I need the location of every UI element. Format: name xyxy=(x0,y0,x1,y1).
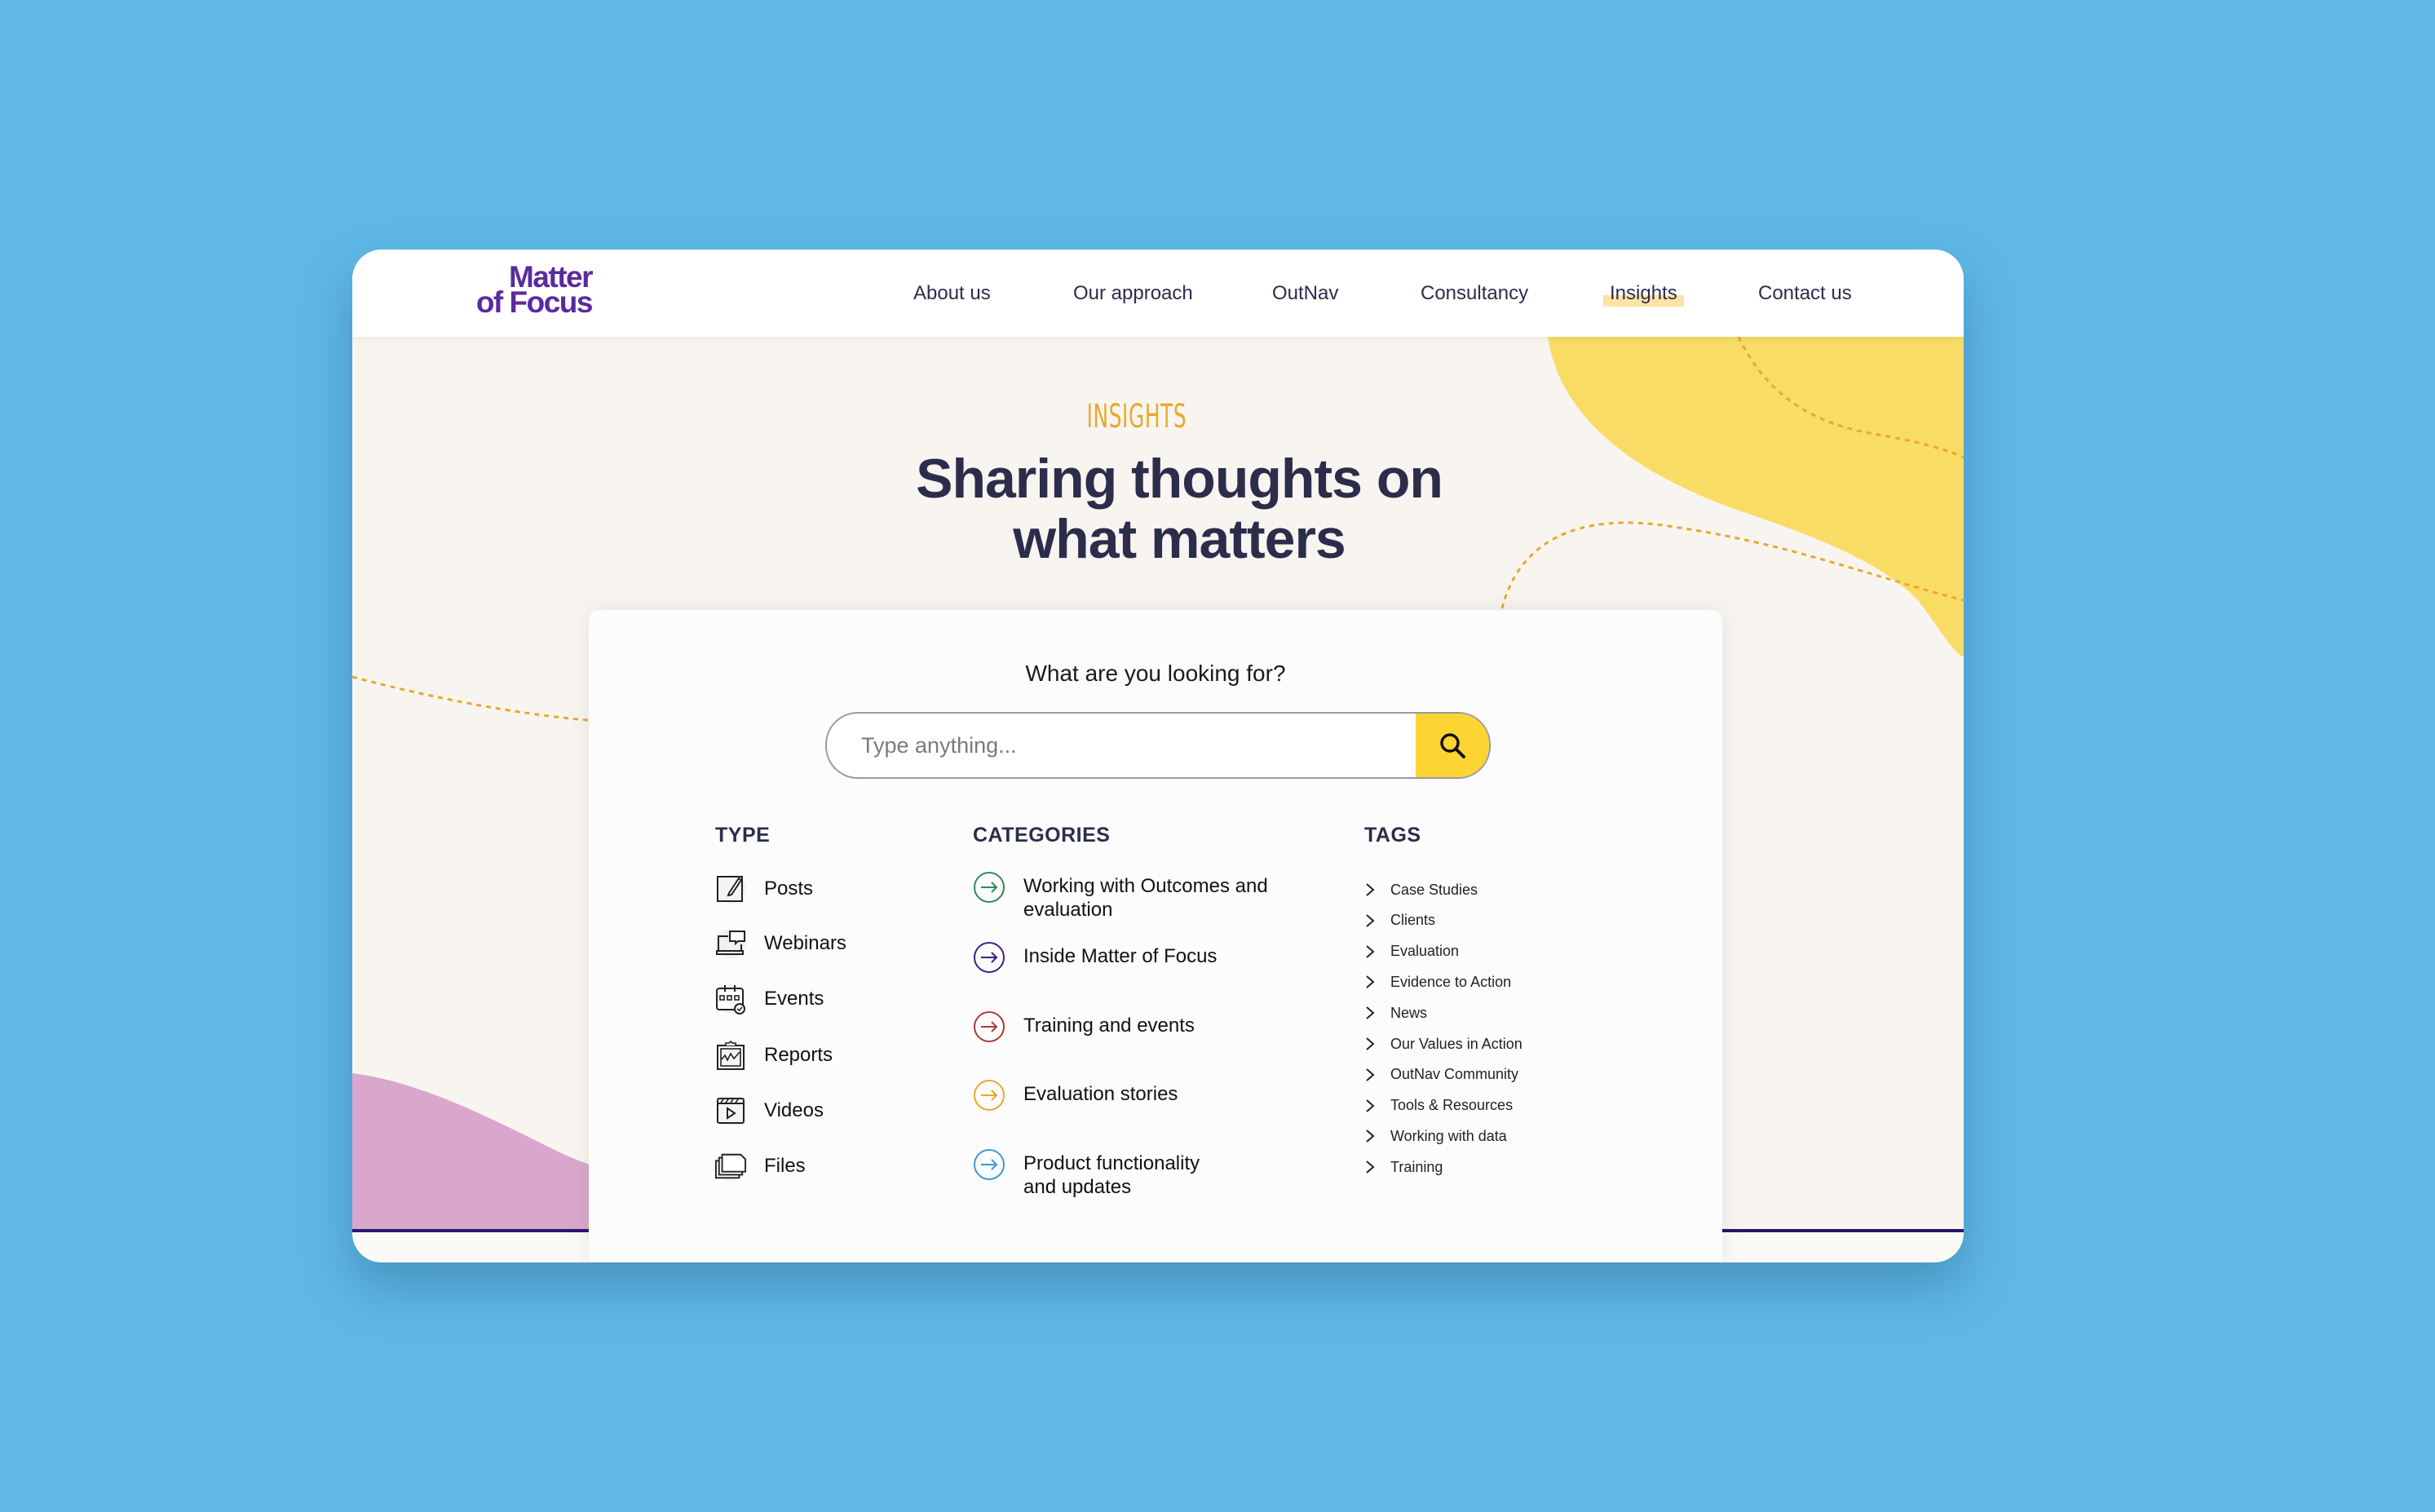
nav-contact-us[interactable]: Contact us xyxy=(1758,282,1852,305)
chevron-right-icon xyxy=(1366,1037,1375,1050)
webinar-icon xyxy=(716,929,745,958)
chevron-right-icon xyxy=(1366,1006,1375,1019)
nav-outnav[interactable]: OutNav xyxy=(1272,282,1338,305)
tag-item[interactable]: OutNav Community xyxy=(1364,1064,1518,1085)
type-label: Reports xyxy=(764,1044,833,1066)
category-label: Working with Outcomes and evaluation xyxy=(1023,875,1268,921)
browser-window: Matter of Focus About us Our approach Ou… xyxy=(352,250,1964,1262)
tag-label: Clients xyxy=(1390,912,1436,929)
search-card: What are you looking for? TYPE Posts xyxy=(589,610,1722,1262)
page-title-line-2: what matters xyxy=(1013,508,1346,570)
arrow-circle-icon xyxy=(974,942,1005,973)
tag-item[interactable]: Our Values in Action xyxy=(1364,1033,1522,1054)
chevron-right-icon xyxy=(1366,1068,1375,1081)
nav-label: Consultancy xyxy=(1421,282,1529,304)
tag-label: Training xyxy=(1390,1158,1443,1175)
nav-label: Our approach xyxy=(1073,282,1193,304)
type-label: Events xyxy=(764,988,824,1010)
category-label: Inside Matter of Focus xyxy=(1023,945,1218,967)
tag-label: Our Values in Action xyxy=(1390,1035,1522,1052)
tag-label: Tools & Resources xyxy=(1390,1097,1514,1114)
type-heading: TYPE xyxy=(715,824,771,847)
tag-item[interactable]: Evaluation xyxy=(1364,941,1459,962)
type-files[interactable]: Files xyxy=(715,1150,806,1183)
arrow-circle-icon xyxy=(974,1149,1005,1180)
search-icon xyxy=(1440,733,1465,758)
tag-label: OutNav Community xyxy=(1390,1066,1519,1083)
pink-blob xyxy=(352,1073,597,1232)
type-videos[interactable]: Videos xyxy=(715,1094,824,1127)
tag-item[interactable]: Evidence to Action xyxy=(1364,971,1511,993)
page-title-line-1: Sharing thoughts on xyxy=(916,448,1443,510)
page-title: Sharing thoughts on what matters xyxy=(373,449,1964,569)
arrow-circle-icon xyxy=(974,1080,1005,1111)
tag-item[interactable]: Training xyxy=(1364,1156,1443,1178)
eyebrow: INSIGHTS xyxy=(352,398,1942,435)
main-nav: About us Our approach OutNav Consultancy… xyxy=(352,250,1964,337)
chevron-right-icon xyxy=(1366,883,1375,896)
type-webinars[interactable]: Webinars xyxy=(715,927,846,960)
eyebrow-text: INSIGHTS xyxy=(1086,398,1187,435)
search-input[interactable] xyxy=(827,714,1432,777)
chevron-right-icon xyxy=(1366,975,1375,989)
chevron-right-icon xyxy=(1366,1099,1375,1112)
nav-label: Insights xyxy=(1610,282,1677,304)
category-label: Product functionality and updates xyxy=(1023,1152,1200,1198)
tags-heading: TAGS xyxy=(1364,824,1421,847)
tag-label: Evidence to Action xyxy=(1390,973,1512,990)
nav-insights[interactable]: Insights xyxy=(1603,282,1684,307)
tag-label: Case Studies xyxy=(1390,881,1478,898)
nav-consultancy[interactable]: Consultancy xyxy=(1421,282,1528,305)
type-label: Videos xyxy=(764,1099,824,1121)
tag-label: Working with data xyxy=(1390,1127,1507,1144)
search-prompt: What are you looking for? xyxy=(1025,661,1286,686)
search-button[interactable] xyxy=(1416,714,1489,777)
nav-our-approach[interactable]: Our approach xyxy=(1073,282,1193,305)
nav-label: About us xyxy=(913,282,991,304)
nav-label: OutNav xyxy=(1272,282,1339,304)
category-label: Training and events xyxy=(1023,1015,1195,1037)
dotted-curve-left xyxy=(352,675,598,723)
type-reports[interactable]: Reports xyxy=(715,1039,833,1072)
tag-item[interactable]: Working with data xyxy=(1364,1125,1507,1147)
tag-item[interactable]: News xyxy=(1364,1002,1427,1023)
tag-label: Evaluation xyxy=(1390,943,1460,960)
type-posts[interactable]: Posts xyxy=(715,873,813,905)
video-icon xyxy=(716,1096,745,1125)
arrow-circle-icon xyxy=(974,1011,1005,1042)
type-label: Webinars xyxy=(764,932,846,954)
report-icon xyxy=(716,1040,745,1070)
type-label: Posts xyxy=(764,878,814,900)
type-label: Files xyxy=(764,1155,806,1177)
calendar-icon xyxy=(716,984,745,1015)
type-events[interactable]: Events xyxy=(715,983,824,1015)
search-box xyxy=(825,712,1491,779)
nav-about-us[interactable]: About us xyxy=(913,282,991,305)
chevron-right-icon xyxy=(1366,914,1375,927)
category-label: Evaluation stories xyxy=(1023,1083,1178,1105)
tag-item[interactable]: Clients xyxy=(1364,910,1435,931)
chevron-right-icon xyxy=(1366,944,1375,958)
arrow-circle-icon xyxy=(974,872,1005,903)
chevron-right-icon xyxy=(1366,1161,1375,1174)
nav-label: Contact us xyxy=(1758,282,1852,304)
categories-heading: CATEGORIES xyxy=(973,824,1111,847)
chevron-right-icon xyxy=(1366,1130,1375,1143)
edit-icon xyxy=(716,874,745,904)
tag-label: News xyxy=(1390,1004,1428,1021)
tag-item[interactable]: Case Studies xyxy=(1364,879,1478,900)
files-icon xyxy=(715,1152,746,1182)
tag-item[interactable]: Tools & Resources xyxy=(1364,1095,1513,1116)
site-header: Matter of Focus About us Our approach Ou… xyxy=(352,250,1964,337)
